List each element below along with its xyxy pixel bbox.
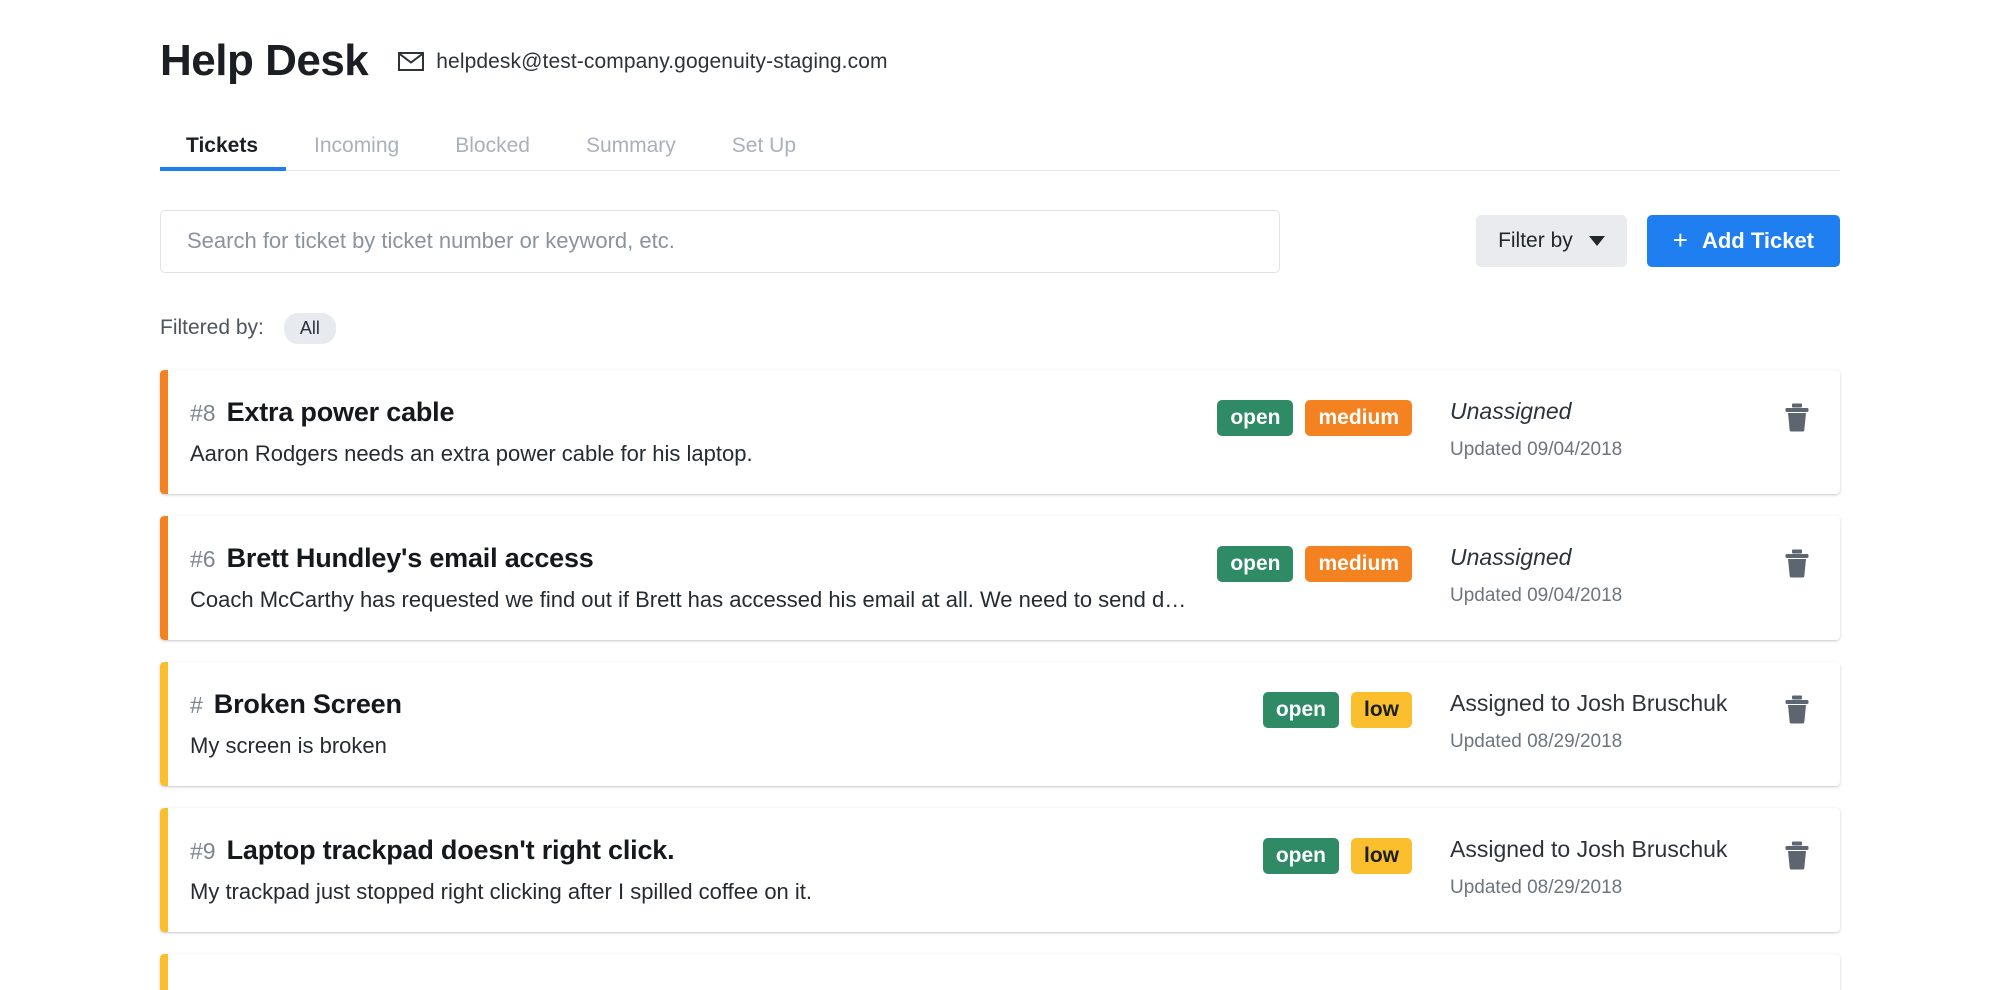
toolbar-actions: Filter by + Add Ticket: [1476, 215, 1840, 268]
ticket-row[interactable]: #8 Extra power cable Aaron Rodgers needs…: [160, 369, 1840, 494]
filtered-by-row: Filtered by: All: [160, 312, 1840, 344]
page-title: Help Desk: [160, 36, 369, 85]
plus-icon: +: [1672, 225, 1688, 256]
ticket-content: #9 Laptop trackpad doesn't right click. …: [190, 835, 1263, 905]
updated-label: Updated 09/04/2018: [1450, 584, 1623, 606]
helpdesk-email-text: helpdesk@test-company.gogenuity-staging.…: [436, 49, 888, 73]
ticket-heading: #6 Brett Hundley's email access: [190, 543, 1197, 574]
priority-accent-bar: [160, 807, 168, 932]
helpdesk-email: helpdesk@test-company.gogenuity-staging.…: [398, 50, 887, 74]
help-desk-page: Help Desk helpdesk@test-company.gogenuit…: [0, 0, 2000, 990]
ticket-row[interactable]: [160, 953, 1840, 990]
status-badge: open: [1262, 691, 1339, 728]
ticket-title: Extra power cable: [226, 396, 455, 427]
ticket-badges: open low: [1262, 837, 1412, 874]
ticket-content: #6 Brett Hundley's email access Coach Mc…: [190, 543, 1217, 613]
ticket-title: Laptop trackpad doesn't right click.: [226, 834, 675, 865]
tab-tickets[interactable]: Tickets: [160, 135, 286, 171]
tab-set-up[interactable]: Set Up: [704, 135, 824, 170]
ticket-description: Coach McCarthy has requested we find out…: [190, 586, 1198, 612]
tab-blocked[interactable]: Blocked: [427, 135, 558, 170]
ticket-number: #8: [190, 399, 216, 426]
add-ticket-button[interactable]: + Add Ticket: [1646, 215, 1840, 268]
ticket-meta: Unassigned Updated 09/04/2018: [1450, 398, 1780, 461]
ticket-heading: #9 Laptop trackpad doesn't right click.: [190, 835, 1243, 866]
priority-badge: medium: [1305, 545, 1412, 582]
priority-badge: low: [1351, 837, 1412, 874]
ticket-badges: open medium: [1217, 545, 1412, 582]
chevron-down-icon: [1588, 236, 1605, 247]
assignee-label: Unassigned: [1450, 543, 1572, 570]
priority-badge: medium: [1305, 399, 1412, 436]
delete-ticket-button[interactable]: [1780, 544, 1814, 582]
ticket-row[interactable]: #9 Laptop trackpad doesn't right click. …: [160, 807, 1840, 932]
trash-icon: [1784, 549, 1810, 581]
envelope-icon: [398, 52, 425, 71]
ticket-content: # Broken Screen My screen is broken: [190, 689, 1263, 759]
delete-ticket-button[interactable]: [1780, 398, 1814, 436]
assignee-label: Assigned to Josh Bruschuk: [1450, 835, 1728, 862]
status-badge: open: [1262, 837, 1339, 874]
priority-accent-bar: [160, 515, 168, 640]
ticket-description: Aaron Rodgers needs an extra power cable…: [190, 440, 753, 466]
ticket-row[interactable]: # Broken Screen My screen is broken open…: [160, 661, 1840, 786]
trash-icon: [1784, 695, 1810, 727]
tab-bar: Tickets Incoming Blocked Summary Set Up: [160, 121, 1840, 171]
priority-accent-bar: [160, 661, 168, 786]
priority-accent-bar: [160, 369, 168, 494]
trash-icon: [1784, 841, 1810, 873]
assignee-label: Assigned to Josh Bruschuk: [1450, 689, 1728, 716]
tab-incoming[interactable]: Incoming: [286, 135, 427, 170]
ticket-heading: #8 Extra power cable: [190, 397, 1197, 428]
status-badge: open: [1217, 399, 1294, 436]
updated-label: Updated 08/29/2018: [1450, 730, 1623, 752]
ticket-list: #8 Extra power cable Aaron Rodgers needs…: [160, 369, 1840, 990]
ticket-title: Broken Screen: [213, 688, 402, 719]
ticket-content: #8 Extra power cable Aaron Rodgers needs…: [190, 397, 1217, 467]
add-ticket-label: Add Ticket: [1701, 228, 1814, 254]
priority-badge: low: [1351, 691, 1412, 728]
ticket-meta: Assigned to Josh Bruschuk Updated 08/29/…: [1450, 836, 1780, 899]
ticket-description: My screen is broken: [190, 732, 387, 758]
tab-summary[interactable]: Summary: [558, 135, 704, 170]
delete-ticket-button[interactable]: [1780, 690, 1814, 728]
delete-ticket-button[interactable]: [1780, 836, 1814, 874]
updated-label: Updated 08/29/2018: [1450, 876, 1623, 898]
filtered-by-label: Filtered by:: [160, 316, 264, 340]
filter-by-button[interactable]: Filter by: [1476, 215, 1627, 268]
ticket-heading: # Broken Screen: [190, 689, 1243, 720]
status-badge: open: [1217, 545, 1294, 582]
search-toolbar: Filter by + Add Ticket: [160, 209, 1840, 273]
ticket-badges: open medium: [1217, 399, 1412, 436]
ticket-description: My trackpad just stopped right clicking …: [190, 878, 813, 904]
filter-chip-all[interactable]: All: [283, 312, 336, 344]
trash-icon: [1784, 403, 1810, 435]
ticket-row[interactable]: #6 Brett Hundley's email access Coach Mc…: [160, 515, 1840, 640]
ticket-title: Brett Hundley's email access: [226, 542, 594, 573]
ticket-meta: Assigned to Josh Bruschuk Updated 08/29/…: [1450, 690, 1780, 753]
filter-by-label: Filter by: [1498, 229, 1573, 253]
ticket-number: #: [190, 691, 203, 718]
search-input[interactable]: [160, 209, 1280, 273]
ticket-number: #6: [190, 545, 216, 572]
ticket-badges: open low: [1262, 691, 1412, 728]
priority-accent-bar: [160, 953, 168, 990]
assignee-label: Unassigned: [1450, 397, 1572, 424]
ticket-number: #9: [190, 837, 216, 864]
ticket-meta: Unassigned Updated 09/04/2018: [1450, 544, 1780, 607]
page-header: Help Desk helpdesk@test-company.gogenuit…: [160, 0, 1840, 87]
updated-label: Updated 09/04/2018: [1450, 438, 1623, 460]
